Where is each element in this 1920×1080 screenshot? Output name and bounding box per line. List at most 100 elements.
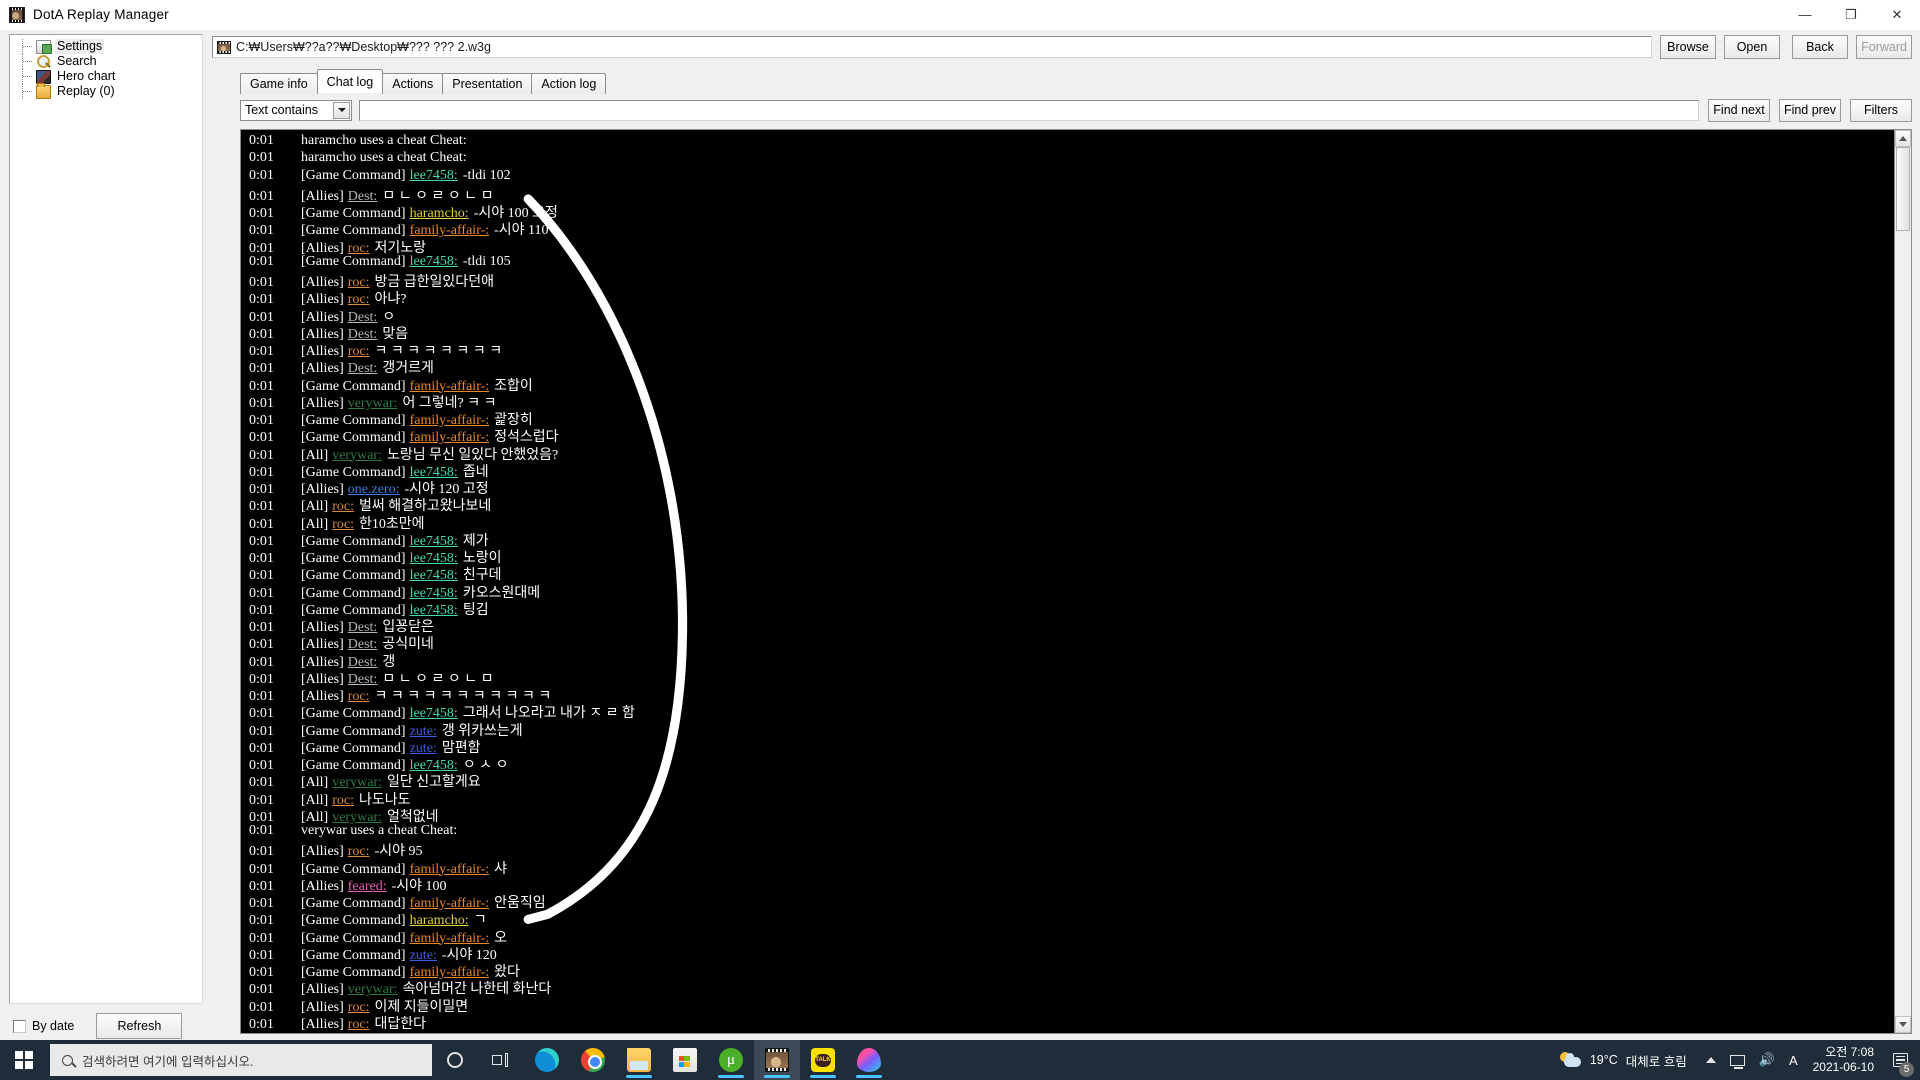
taskbar-app-paint3d[interactable] xyxy=(846,1040,892,1080)
chat-log-line[interactable]: 0:01 [Game Command] lee7458: 노랑이 xyxy=(241,547,1894,567)
chat-log-line[interactable]: 0:01 [Allies] Dest: 입꾱닫은 xyxy=(241,616,1894,636)
filters-button[interactable]: Filters xyxy=(1850,98,1912,122)
chat-log-line[interactable]: 0:01 [Game Command] lee7458: 카오스원대메 xyxy=(241,582,1894,602)
chat-player-name[interactable]: roc: xyxy=(332,499,354,515)
tab-actions[interactable]: Actions xyxy=(382,73,444,94)
ime-indicator[interactable]: A xyxy=(1782,1053,1805,1068)
refresh-button[interactable]: Refresh xyxy=(96,1013,183,1039)
chat-player-name[interactable]: feared: xyxy=(348,879,387,895)
chat-player-name[interactable]: roc: xyxy=(348,1000,370,1016)
taskbar-app-file-explorer[interactable] xyxy=(616,1040,662,1080)
taskbar-search-box[interactable]: 검색하려면 여기에 입력하십시오. xyxy=(50,1044,432,1076)
chat-player-name[interactable]: lee7458: xyxy=(410,551,458,567)
chat-log-line[interactable]: 0:01 [Allies] verywar: 속아넘머간 나한테 화난다 xyxy=(241,978,1894,997)
sidebar-item-settings[interactable]: Settings xyxy=(12,39,200,54)
chat-player-name[interactable]: Dest: xyxy=(348,655,378,671)
minimize-button[interactable]: — xyxy=(1782,0,1828,30)
sidebar-item-replay[interactable]: Replay (0) xyxy=(12,82,200,99)
chat-player-name[interactable]: roc: xyxy=(348,275,370,291)
chat-player-name[interactable]: roc: xyxy=(348,344,370,360)
checkbox-box[interactable] xyxy=(13,1019,26,1033)
chat-log-line[interactable]: 0:01 [All] verywar: 노랑님 무신 일있다 안했었음? xyxy=(241,444,1894,464)
by-date-checkbox[interactable]: By date xyxy=(13,1019,74,1033)
chat-log-line[interactable]: 0:01 [Game Command] zute: 갱 위카쓰는게 xyxy=(241,720,1894,739)
find-next-button[interactable]: Find next xyxy=(1708,98,1770,122)
taskbar-app-microsoft-store[interactable] xyxy=(662,1040,708,1080)
chat-log-line[interactable]: 0:01[Game Command]lee7458:나람 xyxy=(241,1030,1894,1033)
chat-player-name[interactable]: verywar: xyxy=(348,396,398,412)
chat-log-line[interactable]: 0:01 [Allies] Dest: ㅇ xyxy=(241,306,1894,326)
chat-log-line[interactable]: 0:01 [Allies] Dest: 갱 xyxy=(241,651,1894,671)
back-button[interactable]: Back xyxy=(1792,35,1848,59)
replay-path-field[interactable]: C:₩Users₩??a??₩Desktop₩??? ??? 2.w3g xyxy=(212,36,1652,58)
chat-player-name[interactable]: roc: xyxy=(348,1017,370,1033)
chat-player-name[interactable]: roc: xyxy=(348,844,370,860)
browse-button[interactable]: Browse xyxy=(1660,35,1716,59)
chat-player-name[interactable]: Dest: xyxy=(348,637,378,653)
tab-action-log[interactable]: Action log xyxy=(531,73,607,94)
chat-player-name[interactable]: zute: xyxy=(410,948,437,964)
tab-presentation[interactable]: Presentation xyxy=(442,73,533,94)
taskbar-app-kakaotalk[interactable]: TALK xyxy=(800,1040,846,1080)
chat-player-name[interactable]: lee7458: xyxy=(410,534,458,550)
start-button[interactable] xyxy=(0,1040,48,1080)
network-button[interactable] xyxy=(1723,1054,1752,1069)
chat-log-line[interactable]: 0:01 [Allies] Dest: 공식미네 xyxy=(241,633,1894,653)
chat-log-line[interactable]: 0:01 verywar uses a cheat Cheat: xyxy=(241,823,1894,840)
chat-player-name[interactable]: lee7458: xyxy=(410,254,458,270)
chat-player-name[interactable]: roc: xyxy=(332,517,354,533)
chat-log-line[interactable]: 0:01 [All] verywar: 얼척없네 xyxy=(241,806,1894,825)
chat-log-line[interactable]: 0:01 [All] roc: 벌써 해결하고왔나보네 xyxy=(241,495,1894,515)
chat-player-name[interactable]: haramcho: xyxy=(410,913,469,929)
weather-widget[interactable]: 19°C 대체로 흐림 xyxy=(1554,1051,1699,1070)
clock[interactable]: 오전 7:08 2021-06-10 xyxy=(1805,1045,1884,1075)
sidebar-item-search[interactable]: Search xyxy=(12,54,200,69)
chat-log-line[interactable]: 0:01 [Allies] Dest: ㅁ ㄴ ㅇ ㄹ ㅇ ㄴ ㅁ xyxy=(241,185,1894,204)
chat-player-name[interactable]: Dest: xyxy=(348,620,378,636)
chat-player-name[interactable]: lee7458: xyxy=(410,568,458,584)
chat-log-line[interactable]: 0:01 [Allies] roc: -시야 95 xyxy=(241,840,1894,860)
chat-log-line[interactable]: 0:01 haramcho uses a cheat Cheat: xyxy=(241,150,1894,167)
chat-log-line[interactable]: 0:01 haramcho uses a cheat Cheat: xyxy=(241,133,1894,150)
chat-player-name[interactable]: lee7458: xyxy=(410,168,458,184)
chat-log-line[interactable]: 0:01 [Game Command] lee7458: 친구데 xyxy=(241,564,1894,584)
chat-player-name[interactable]: verywar: xyxy=(332,448,382,464)
taskbar-app-chrome[interactable] xyxy=(570,1040,616,1080)
scrollbar-thumb[interactable] xyxy=(1896,147,1910,231)
cortana-button[interactable] xyxy=(432,1040,478,1080)
chat-player-name[interactable]: haramcho: xyxy=(410,206,469,222)
chat-player-name[interactable]: roc: xyxy=(332,793,354,809)
chat-log-line[interactable]: 0:01 [Game Command] lee7458: -tldi 102 xyxy=(241,168,1894,185)
chat-log-line[interactable]: 0:01 [All] roc: 나도나도 xyxy=(241,789,1894,809)
volume-button[interactable]: 🔊 xyxy=(1752,1052,1782,1068)
maximize-button[interactable]: ❐ xyxy=(1828,0,1874,30)
search-mode-select[interactable]: Text contains xyxy=(240,99,352,121)
chat-player-name[interactable]: Dest: xyxy=(348,310,378,326)
chat-log-line[interactable]: 0:01 [Game Command] lee7458: ㅇ ㅅ ㅇ xyxy=(241,754,1894,773)
taskbar-app-edge[interactable] xyxy=(524,1040,570,1080)
chat-log-line[interactable]: 0:01 [Game Command] family-affair-: 샤 xyxy=(241,858,1894,877)
chat-log-line[interactable]: 0:01 [Allies] verywar: 어 그렇네? ㅋ ㅋ xyxy=(241,392,1894,412)
chat-log-line[interactable]: 0:01 [Game Command] family-affair-: 안움직임 xyxy=(241,892,1894,911)
scroll-up-icon[interactable] xyxy=(1895,130,1911,147)
chat-log-line[interactable]: 0:01 [Game Command] family-affair-: 조합이 xyxy=(241,375,1894,394)
notification-center-button[interactable]: 5 xyxy=(1884,1040,1916,1080)
scroll-down-icon[interactable] xyxy=(1895,1016,1911,1033)
chat-log-line[interactable]: 0:01 [Allies] Dest: 맞음 xyxy=(241,323,1894,343)
task-view-button[interactable] xyxy=(478,1040,524,1080)
search-input[interactable] xyxy=(359,99,1699,121)
chat-player-name[interactable]: Dest: xyxy=(348,672,378,688)
chat-log-line[interactable]: 0:01 [Game Command] lee7458: 그래서 나오라고 내가 ㅈ … xyxy=(241,702,1894,721)
chat-log-line[interactable]: 0:01 [Allies] roc: 대답한다 xyxy=(241,1013,1894,1033)
chat-player-name[interactable]: zute: xyxy=(410,741,437,757)
tab-game-info[interactable]: Game info xyxy=(240,73,318,94)
find-prev-button[interactable]: Find prev xyxy=(1779,98,1841,122)
chat-player-name[interactable]: Dest: xyxy=(348,327,378,343)
chat-log-line[interactable]: 0:01 [Game Command] family-affair-: 오 xyxy=(241,927,1894,946)
chat-player-name[interactable]: roc: xyxy=(348,292,370,308)
close-button[interactable]: ✕ xyxy=(1874,0,1920,30)
chat-player-name[interactable]: Dest: xyxy=(348,361,378,377)
show-hidden-icons-button[interactable] xyxy=(1699,1057,1723,1063)
chat-player-name[interactable]: lee7458: xyxy=(410,586,458,602)
chat-log-line[interactable]: 0:01 [Allies] roc: 방금 급한일있다던애 xyxy=(241,271,1894,291)
